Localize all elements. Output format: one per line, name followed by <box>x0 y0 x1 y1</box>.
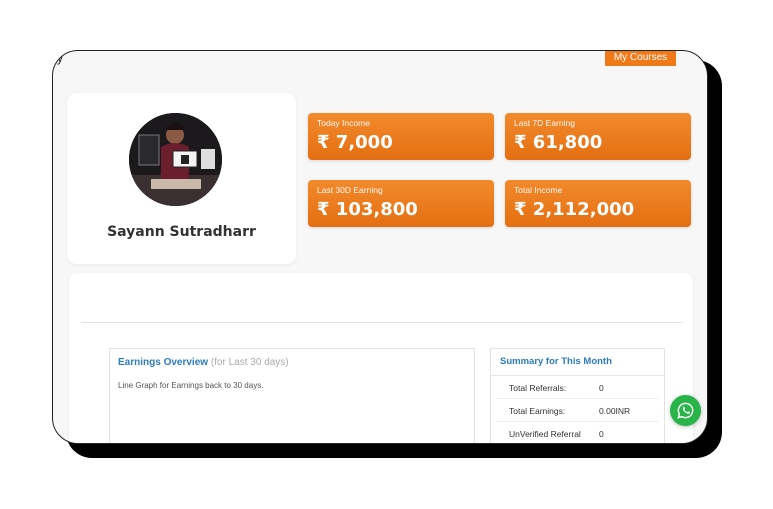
stat-label: Last 7D Earning <box>514 118 575 128</box>
stat-label: Total Income <box>514 185 563 195</box>
content-card: Earnings Overview (for Last 30 days) Lin… <box>69 273 693 443</box>
summary-title: Summary for This Month <box>491 349 664 376</box>
whatsapp-chat-button[interactable] <box>670 395 701 426</box>
profile-card: Sayann Sutradharr <box>67 93 296 264</box>
stat-value: ₹ 61,800 <box>514 132 603 153</box>
stat-label: Last 30D Earning <box>317 185 383 195</box>
dashboard-window: y My Courses Sayann Sutradharr Today Inc… <box>52 50 708 444</box>
summary-label: Total Earnings: <box>509 406 566 416</box>
summary-value: 0 <box>599 429 604 439</box>
stat-value: ₹ 7,000 <box>317 132 393 153</box>
earnings-overview-heading: Earnings Overview (for Last 30 days) <box>118 357 289 368</box>
whatsapp-icon <box>677 402 694 419</box>
monthly-summary-panel: Summary for This Month Total Referrals: … <box>490 348 665 443</box>
stat-label: Today Income <box>317 118 370 128</box>
summary-row: Total Referrals: 0 <box>497 376 658 399</box>
my-courses-button[interactable]: My Courses <box>605 51 676 66</box>
last-7d-earning-card: Last 7D Earning ₹ 61,800 <box>505 113 691 160</box>
summary-value: 0.00INR <box>599 406 631 416</box>
stat-value: ₹ 103,800 <box>317 199 418 220</box>
total-income-card: Total Income ₹ 2,112,000 <box>505 180 691 227</box>
earnings-overview-title: Earnings Overview <box>118 357 209 368</box>
earnings-overview-panel: Earnings Overview (for Last 30 days) Lin… <box>109 348 475 443</box>
cropped-nav-text: y <box>57 51 63 65</box>
summary-label: UnVerified Referral <box>509 429 581 439</box>
today-income-card: Today Income ₹ 7,000 <box>308 113 494 160</box>
last-30d-earning-card: Last 30D Earning ₹ 103,800 <box>308 180 494 227</box>
earnings-overview-description: Line Graph for Earnings back to 30 days. <box>118 381 264 390</box>
divider <box>81 322 683 323</box>
stat-value: ₹ 2,112,000 <box>514 199 635 220</box>
earnings-overview-subtitle: (for Last 30 days) <box>210 357 289 368</box>
summary-row: Total Earnings: 0.00INR <box>497 399 658 422</box>
avatar <box>129 113 222 206</box>
summary-value: 0 <box>599 383 604 393</box>
summary-row: UnVerified Referral 0 <box>497 422 658 443</box>
summary-label: Total Referrals: <box>509 383 567 393</box>
profile-name: Sayann Sutradharr <box>107 224 256 240</box>
